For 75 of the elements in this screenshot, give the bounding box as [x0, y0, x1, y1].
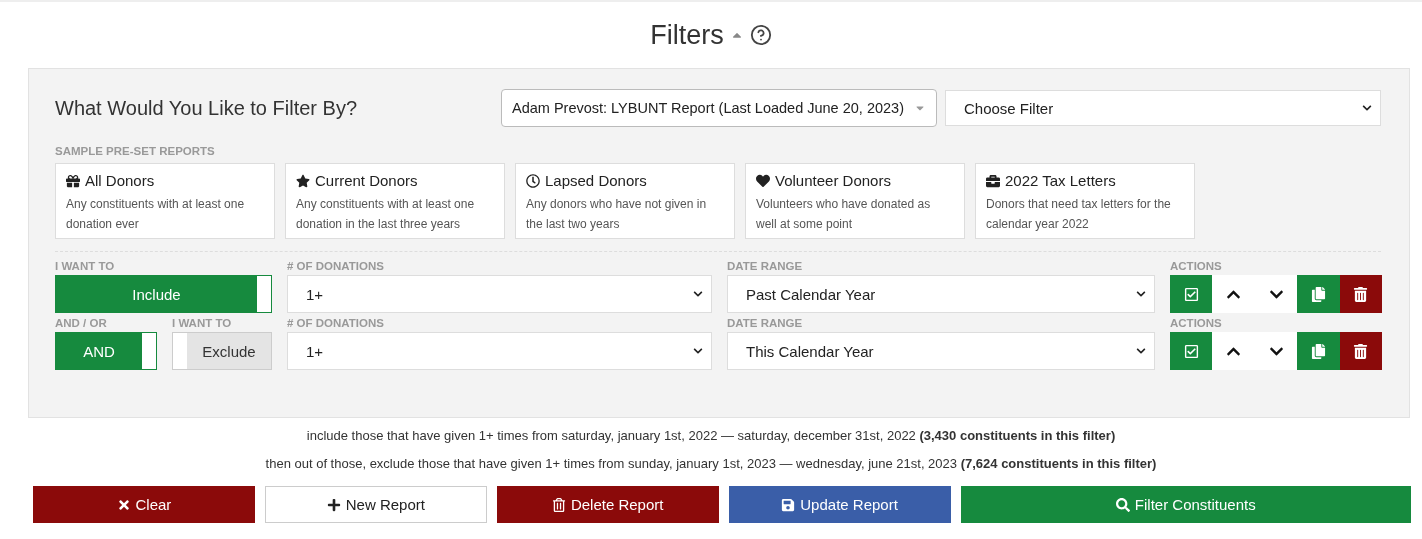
update-button[interactable]: Update Report: [728, 486, 951, 523]
move-down-button[interactable]: [1254, 275, 1298, 313]
field-label: DATE RANGE: [727, 317, 804, 329]
field-label: DATE RANGE: [727, 260, 804, 272]
copy-icon: [1310, 343, 1326, 359]
chevron-down-icon: [1362, 103, 1372, 113]
date-range-select[interactable]: Past Calendar Year: [727, 275, 1155, 313]
preset-card[interactable]: Current Donors Any constituents with at least one donation in the last three years: [285, 163, 505, 239]
preset-description: Donors that need tax letters for the calendar year 2022: [986, 196, 1172, 233]
donations-select[interactable]: 1+: [287, 332, 712, 370]
preset-description: Any donors who have not given in the last two years: [526, 196, 708, 233]
donations-select[interactable]: 1+: [287, 275, 712, 313]
check-icon: [1183, 286, 1199, 302]
section-label: SAMPLE PRE-SET REPORTS: [55, 145, 216, 157]
date-range-select[interactable]: This Calendar Year: [727, 332, 1155, 370]
trash-icon: [1353, 286, 1369, 302]
heart-icon: [756, 173, 770, 188]
check-icon: [1183, 343, 1199, 359]
star-icon: [296, 173, 310, 188]
preset-title: All Donors: [85, 172, 155, 189]
filter-summary: then out of those, exclude those that have given 1+ times from sunday, january 1st, 2023 — wednesday, june 21st, 2023 (7,624 constituents in this filter): [264, 455, 1158, 473]
filter-select[interactable]: Choose Filter: [945, 90, 1381, 126]
apply-button[interactable]: [1170, 332, 1213, 370]
delete-button[interactable]: [1339, 332, 1383, 370]
chevron-down-icon: [1136, 289, 1146, 299]
preset-description: Any constituents with at least one donation ever: [66, 196, 246, 233]
preset-card[interactable]: All Donors Any constituents with at least one donation ever: [55, 163, 275, 239]
and-or-toggle[interactable]: AND: [55, 332, 157, 370]
clock-icon: [526, 173, 540, 188]
delete-button[interactable]: Delete Report: [496, 486, 719, 523]
filter-button[interactable]: Filter Constituents: [960, 486, 1412, 523]
preset-description: Volunteers who have donated as well at some point: [756, 196, 932, 233]
field-label: ACTIONS: [1170, 260, 1223, 272]
clear-button[interactable]: Clear: [33, 486, 255, 523]
preset-card[interactable]: 2022 Tax Letters Donors that need tax letters for the calendar year 2022: [975, 163, 1195, 239]
report-select[interactable]: Adam Prevost: LYBUNT Report (Last Loaded June 20, 2023): [501, 89, 937, 127]
gift-icon: [66, 173, 80, 188]
preset-title: Volunteer Donors: [775, 172, 891, 189]
page-title: Filters: [650, 19, 724, 51]
field-label: I WANT TO: [172, 317, 233, 329]
briefcase-icon: [986, 173, 1000, 188]
include-toggle[interactable]: Include: [55, 275, 272, 313]
field-label: # OF DONATIONS: [287, 260, 385, 272]
plus-icon: [326, 497, 341, 512]
filter-summary: include those that have given 1+ times from saturday, january 1st, 2022 — saturday, december 31st, 2022 (3,430 constituents in this filter): [305, 427, 1117, 445]
copy-icon: [1310, 286, 1326, 302]
preset-title: 2022 Tax Letters: [1005, 172, 1116, 189]
preset-title: Lapsed Donors: [545, 172, 647, 189]
search-icon: [1115, 497, 1130, 512]
field-label: I WANT TO: [55, 260, 116, 272]
panel-heading: What Would You Like to Filter By?: [55, 96, 358, 120]
field-label: AND / OR: [55, 317, 108, 329]
apply-button[interactable]: [1170, 275, 1213, 313]
preset-description: Any constituents with at least one donation in the last three years: [296, 196, 476, 233]
field-label: # OF DONATIONS: [287, 317, 385, 329]
move-up-button[interactable]: [1212, 275, 1255, 313]
preset-card[interactable]: Volunteer Donors Volunteers who have donated as well at some point: [745, 163, 965, 239]
chevron-down-icon: [1136, 346, 1146, 356]
chevron-down-icon: [693, 289, 703, 299]
duplicate-button[interactable]: [1297, 275, 1340, 313]
trash-icon: [551, 497, 566, 512]
preset-title: Current Donors: [315, 172, 418, 189]
duplicate-button[interactable]: [1297, 332, 1340, 370]
help-icon[interactable]: [749, 24, 772, 46]
preset-card[interactable]: Lapsed Donors Any donors who have not given in the last two years: [515, 163, 735, 239]
trash-icon: [1353, 343, 1369, 359]
delete-button[interactable]: [1339, 275, 1383, 313]
new-button[interactable]: New Report: [264, 486, 487, 523]
save-icon: [781, 497, 796, 512]
field-label: ACTIONS: [1170, 317, 1223, 329]
move-up-button[interactable]: [1212, 332, 1255, 370]
move-down-button[interactable]: [1254, 332, 1298, 370]
include-toggle[interactable]: Exclude: [172, 332, 272, 370]
chevron-down-icon: [693, 346, 703, 356]
close-icon: [116, 497, 131, 512]
